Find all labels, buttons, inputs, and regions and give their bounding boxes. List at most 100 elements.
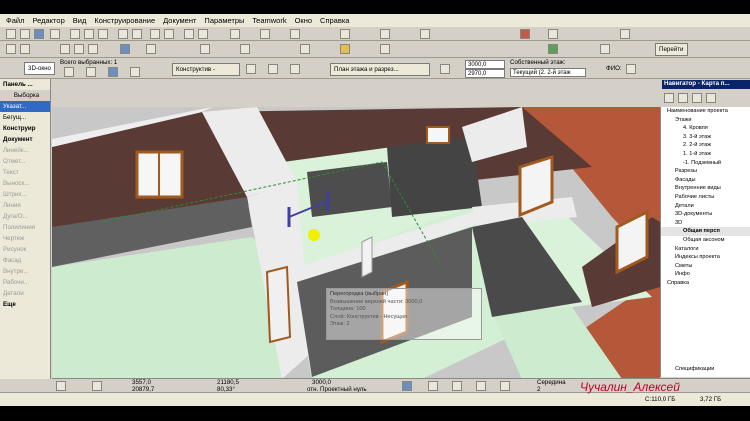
dz-value[interactable]: 3000,0 bbox=[312, 379, 331, 386]
toolbox-item-level[interactable]: Отмет... bbox=[0, 156, 50, 167]
rect-icon[interactable] bbox=[268, 64, 278, 74]
toolbox-item-dimension[interactable]: Линейк... bbox=[0, 145, 50, 156]
nav-item-stories[interactable]: Этажи bbox=[661, 116, 750, 125]
zoom-out-icon[interactable] bbox=[74, 44, 84, 54]
toolbox-item-polyline[interactable]: Полилиния bbox=[0, 222, 50, 233]
menu-design[interactable]: Конструирование bbox=[94, 16, 155, 25]
toolbox-item-line[interactable]: Линия bbox=[0, 200, 50, 211]
nav-item-catalogs[interactable]: Каталоги bbox=[661, 245, 750, 254]
menu-window[interactable]: Окно bbox=[295, 16, 312, 25]
print-icon[interactable] bbox=[50, 29, 60, 39]
nav-item-worksheets[interactable]: Рабочие листы bbox=[661, 193, 750, 202]
nav-item-interior[interactable]: Внутренние виды bbox=[661, 184, 750, 193]
geometry-icon[interactable] bbox=[64, 67, 74, 77]
nav-item-story-3[interactable]: 3. 3-й этаж bbox=[661, 133, 750, 142]
toolbox-item-figure[interactable]: Рисунок bbox=[0, 244, 50, 255]
nav-item-story-4[interactable]: 4. Кровля bbox=[661, 124, 750, 133]
toolbox-item-arc[interactable]: Дуга/О... bbox=[0, 211, 50, 222]
geometry2-icon[interactable] bbox=[86, 67, 96, 77]
render-icon[interactable] bbox=[520, 29, 530, 39]
new-file-icon[interactable] bbox=[6, 29, 16, 39]
search-icon[interactable] bbox=[500, 381, 510, 391]
model-icon[interactable] bbox=[548, 44, 558, 54]
menu-editor[interactable]: Редактор bbox=[32, 16, 64, 25]
toolbox-item-pointer[interactable]: Указат... bbox=[0, 101, 50, 112]
distance-value[interactable]: 21180,5 bbox=[217, 379, 239, 386]
fio-icon[interactable] bbox=[626, 64, 636, 74]
menu-help[interactable]: Справка bbox=[320, 16, 349, 25]
redo-icon[interactable] bbox=[132, 29, 142, 39]
toolbox-section-document[interactable]: Документ bbox=[0, 134, 50, 145]
coord-mode-icon[interactable] bbox=[56, 381, 66, 391]
gravity-icon[interactable] bbox=[452, 381, 462, 391]
zoom-in-icon[interactable] bbox=[60, 44, 70, 54]
menu-view[interactable]: Вид bbox=[73, 16, 87, 25]
toolbox-section-design[interactable]: Конструир bbox=[0, 123, 50, 134]
toolbox-item-select[interactable]: Выборка bbox=[0, 90, 50, 101]
show-icon[interactable] bbox=[600, 44, 610, 54]
orbit-icon[interactable] bbox=[120, 44, 130, 54]
menu-teamwork[interactable]: Teamwork bbox=[252, 16, 286, 25]
3d-viewport[interactable]: Перегородка (выбран) Возвышение верхней … bbox=[52, 107, 660, 379]
nav-item-estimates[interactable]: Сметы bbox=[661, 262, 750, 271]
layer-icon[interactable] bbox=[230, 29, 240, 39]
menu-document[interactable]: Документ bbox=[163, 16, 196, 25]
nav-item-info[interactable]: Инфо bbox=[661, 270, 750, 279]
nav-item-elevations[interactable]: Фасады bbox=[661, 176, 750, 185]
view-icon[interactable] bbox=[290, 29, 300, 39]
section-icon[interactable] bbox=[380, 29, 390, 39]
paste-icon[interactable] bbox=[98, 29, 108, 39]
nav-item-axonometry[interactable]: Общая аксоном bbox=[661, 236, 750, 245]
toolbox-item-worksheet[interactable]: Рабочи... bbox=[0, 277, 50, 288]
nav-item-3d-docs[interactable]: 3D-документы bbox=[661, 210, 750, 219]
cut-icon[interactable] bbox=[70, 29, 80, 39]
geometry3-icon[interactable] bbox=[108, 67, 118, 77]
toolbox-item-elevation[interactable]: Фасад bbox=[0, 255, 50, 266]
pencil-icon[interactable] bbox=[246, 64, 256, 74]
menu-file[interactable]: Файл bbox=[6, 16, 24, 25]
roof-tool-icon[interactable] bbox=[380, 44, 390, 54]
toolbox-item-marquee[interactable]: Бегущ... bbox=[0, 112, 50, 123]
nav-item-perspective[interactable]: Общая персп bbox=[661, 227, 750, 236]
floor-plan-button[interactable]: План этажа и разрез... bbox=[330, 63, 430, 76]
toolbox-item-label[interactable]: Выноск... bbox=[0, 178, 50, 189]
relative-icon[interactable] bbox=[92, 381, 102, 391]
toolbox-item-drawing[interactable]: Чертеж bbox=[0, 233, 50, 244]
pan-icon[interactable] bbox=[88, 44, 98, 54]
dx-value[interactable]: 3557,0 bbox=[132, 379, 151, 386]
snap-icon[interactable] bbox=[184, 29, 194, 39]
height-bottom-field[interactable]: 2970,0 bbox=[465, 69, 505, 78]
3d-window-tab[interactable]: 3D-окно bbox=[24, 62, 55, 75]
fill-rect-icon[interactable] bbox=[290, 64, 300, 74]
wall-tool-icon[interactable] bbox=[200, 44, 210, 54]
toolbox-item-interior[interactable]: Внутре... bbox=[0, 266, 50, 277]
toolbox-item-detail[interactable]: Детали bbox=[0, 288, 50, 299]
nav-item-story-basement[interactable]: -1. Подземный bbox=[661, 159, 750, 168]
layout-book-icon[interactable] bbox=[692, 93, 702, 103]
arrow-icon[interactable] bbox=[6, 44, 16, 54]
layout-icon[interactable] bbox=[548, 29, 558, 39]
settings-icon[interactable] bbox=[620, 29, 630, 39]
project-map-icon[interactable] bbox=[664, 93, 674, 103]
nav-item-project[interactable]: Наименование проекта bbox=[661, 107, 750, 116]
nav-item-3d[interactable]: 3D bbox=[661, 219, 750, 228]
copy-icon[interactable] bbox=[84, 29, 94, 39]
door-tool-icon[interactable] bbox=[240, 44, 250, 54]
window-tool-icon[interactable] bbox=[300, 44, 310, 54]
nav-item-sections[interactable]: Разрезы bbox=[661, 167, 750, 176]
nav-footer-specs[interactable]: Спецификации bbox=[675, 365, 714, 374]
home-story-select[interactable]: Текущий (2. 2-й этаж bbox=[510, 68, 586, 77]
undo-icon[interactable] bbox=[118, 29, 128, 39]
open-file-icon[interactable] bbox=[20, 29, 30, 39]
fill-icon[interactable] bbox=[164, 29, 174, 39]
grid-icon[interactable] bbox=[198, 29, 208, 39]
guide-icon[interactable] bbox=[260, 29, 270, 39]
toolbox-item-text[interactable]: Текст bbox=[0, 167, 50, 178]
construction-dropdown[interactable]: Конструктив - bbox=[172, 63, 240, 76]
elevation-icon[interactable] bbox=[420, 29, 430, 39]
marquee-icon[interactable] bbox=[20, 44, 30, 54]
nav-item-indexes[interactable]: Индексы проекта bbox=[661, 253, 750, 262]
snap-guides-icon[interactable] bbox=[402, 381, 412, 391]
goto-button[interactable]: Перейти bbox=[655, 43, 688, 56]
plan-icon[interactable] bbox=[340, 29, 350, 39]
